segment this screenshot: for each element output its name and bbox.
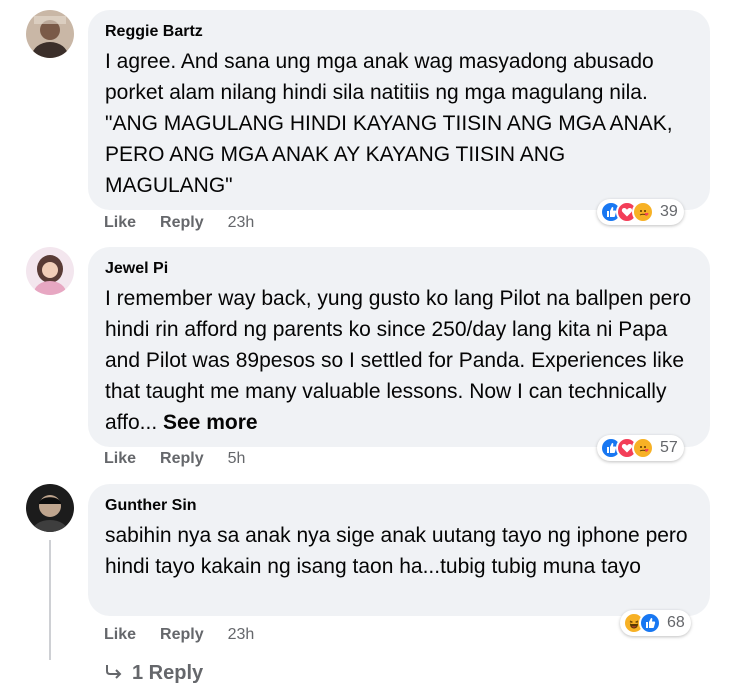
reply-button[interactable]: Reply — [160, 450, 204, 468]
reply-arrow-icon — [104, 662, 124, 685]
comment-text: sabihin nya sa anak nya sige anak uutang… — [105, 524, 688, 578]
view-replies-link[interactable]: 1 Reply — [104, 662, 203, 685]
comment-author[interactable]: Reggie Bartz — [105, 22, 692, 42]
comment-text-wrap: I remember way back, yung gusto ko lang … — [105, 283, 692, 438]
comment-actions: Like Reply 23h — [104, 214, 254, 232]
like-button[interactable]: Like — [104, 626, 136, 644]
care-icon — [632, 437, 654, 459]
reply-button[interactable]: Reply — [160, 626, 204, 644]
comment-bubble: Jewel Pi I remember way back, yung gusto… — [88, 247, 710, 447]
thread-line — [49, 540, 51, 660]
care-icon — [632, 201, 654, 223]
comment-timestamp[interactable]: 23h — [228, 214, 255, 232]
comment-timestamp[interactable]: 5h — [228, 450, 246, 468]
reply-button[interactable]: Reply — [160, 214, 204, 232]
like-icon — [639, 612, 661, 634]
comment-actions: Like Reply 23h — [104, 626, 254, 644]
reaction-summary[interactable]: 39 — [597, 199, 684, 225]
reaction-count: 68 — [667, 614, 685, 631]
comment-author[interactable]: Jewel Pi — [105, 259, 692, 279]
reaction-count: 57 — [660, 439, 678, 456]
view-replies-label: 1 Reply — [132, 662, 204, 684]
comment-actions: Like Reply 5h — [104, 450, 245, 468]
like-button[interactable]: Like — [104, 214, 136, 232]
avatar[interactable] — [26, 10, 74, 58]
comment-bubble: Reggie Bartz I agree. And sana ung mga a… — [88, 10, 710, 210]
comment-author[interactable]: Gunther Sin — [105, 496, 692, 516]
comment-timestamp[interactable]: 23h — [228, 626, 255, 644]
comment-text: I agree. And sana ung mga anak wag masya… — [105, 50, 673, 197]
like-button[interactable]: Like — [104, 450, 136, 468]
avatar[interactable] — [26, 484, 74, 532]
comment-bubble: Gunther Sin sabihin nya sa anak nya sige… — [88, 484, 710, 616]
reaction-summary[interactable]: 68 — [620, 610, 691, 636]
reaction-summary[interactable]: 57 — [597, 435, 684, 461]
see-more-link[interactable]: See more — [163, 411, 258, 434]
reaction-count: 39 — [660, 203, 678, 220]
avatar[interactable] — [26, 247, 74, 295]
